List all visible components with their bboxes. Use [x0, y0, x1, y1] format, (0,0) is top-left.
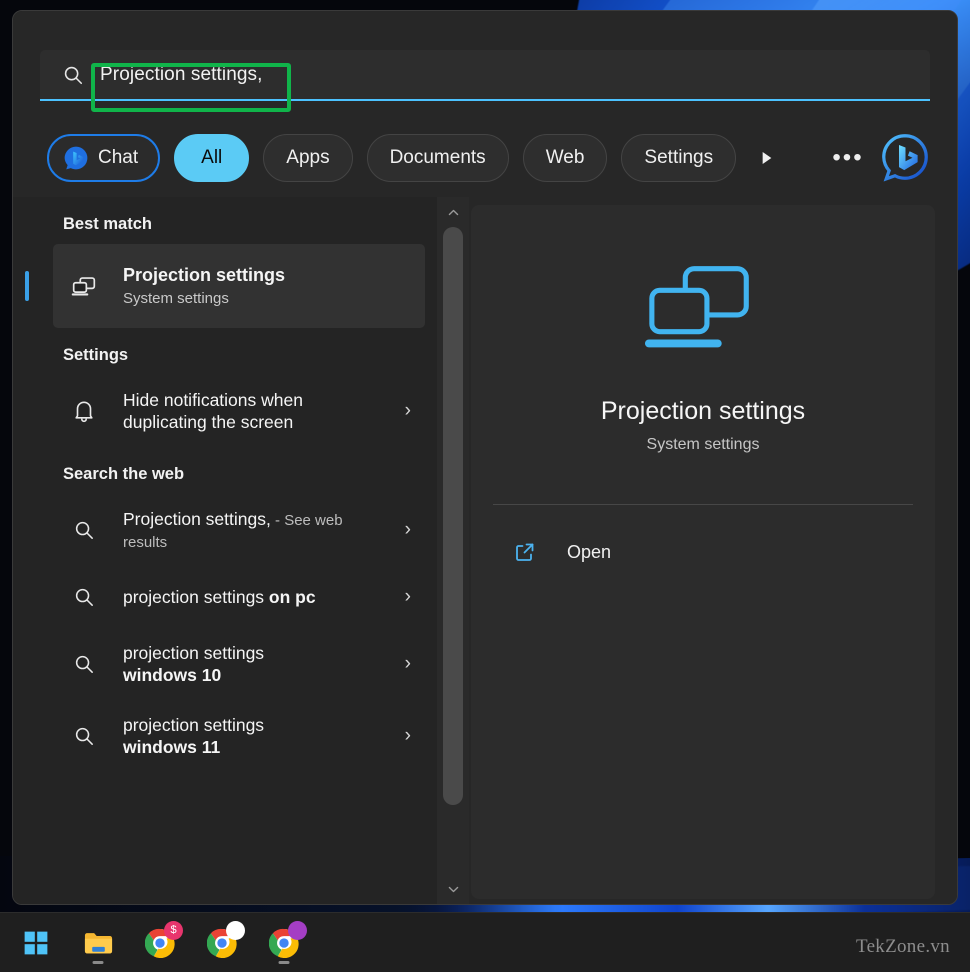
chevron-right-icon: › [404, 725, 411, 746]
search-input[interactable]: Projection settings, [40, 50, 930, 100]
scrollbar-thumb[interactable] [443, 227, 463, 805]
filter-tab-web-label: Web [545, 147, 585, 168]
section-header-best-match: Best match [63, 215, 152, 233]
bing-chat-button[interactable] [879, 131, 931, 183]
result-query-text: projection settings [123, 714, 265, 735]
start-button[interactable] [14, 921, 58, 965]
result-item-title: Projection settings [123, 264, 286, 285]
filter-tab-chat[interactable]: Chat [47, 134, 161, 182]
result-query-bold: on pc [268, 586, 316, 607]
filter-tab-settings-label: Settings [644, 147, 714, 168]
filter-tab-strip[interactable]: Chat All Apps Documents Web Settings Fol… [47, 129, 737, 187]
chevron-up-icon [448, 209, 458, 215]
result-query-text: projection settings [123, 642, 265, 663]
play-right-icon [762, 152, 772, 164]
bing-chat-icon [882, 134, 928, 182]
folder-icon [84, 932, 112, 953]
result-query-bold: windows 11 [123, 737, 221, 757]
result-preview-panel: Projection settings System settings Open [471, 205, 935, 899]
result-item-title: projection settings windows 10 [123, 642, 298, 687]
filter-tab-web[interactable]: Web [522, 134, 608, 182]
section-header-settings: Settings [63, 346, 129, 364]
chrome-badge-2 [226, 920, 245, 940]
result-item-text: Projection settings, - See web results [123, 508, 373, 553]
windows-logo-icon [24, 931, 48, 954]
preview-title: Projection settings [600, 397, 806, 425]
scroll-up-button[interactable] [437, 199, 469, 225]
running-indicator [278, 960, 290, 964]
watermark: TekZone.vn [855, 936, 950, 957]
chevron-down-icon [448, 886, 458, 892]
result-item-title: Hide notifications when duplicating the … [123, 389, 303, 432]
results-scrollbar[interactable] [437, 197, 469, 904]
search-filter-bar: Chat All Apps Documents Web Settings Fol… [13, 129, 957, 187]
filter-tab-chat-label: Chat [98, 147, 139, 168]
projection-icon [643, 257, 763, 367]
search-icon [62, 64, 84, 86]
result-item-text: projection settings windows 11 [123, 714, 298, 759]
filter-more-button[interactable]: ••• [829, 140, 867, 176]
filter-tab-apps-label: Apps [286, 147, 330, 168]
selection-accent-bar [25, 271, 29, 301]
filter-tab-documents[interactable]: Documents [366, 134, 509, 182]
filter-tab-all[interactable]: All [174, 134, 250, 182]
chevron-right-icon: › [404, 400, 411, 421]
result-item-web-windows-11[interactable]: projection settings windows 11 › [53, 700, 425, 772]
result-query-text: projection settings [123, 586, 269, 607]
running-indicator [92, 960, 104, 964]
filter-scroll-right-button[interactable] [748, 140, 784, 176]
chevron-right-icon: › [404, 519, 411, 540]
scroll-down-button[interactable] [437, 876, 469, 902]
external-link-icon [513, 540, 537, 564]
chrome-window-2[interactable] [200, 920, 245, 965]
bell-icon [67, 394, 101, 428]
section-header-search-the-web: Search the web [63, 465, 185, 483]
result-query-bold: windows 10 [123, 665, 222, 685]
result-item-text: Hide notifications when duplicating the … [123, 389, 378, 434]
result-item-text: projection settings windows 10 [123, 642, 298, 687]
search-results-body: Best match Projection settings System se… [13, 197, 957, 904]
filter-tab-apps[interactable]: Apps [263, 134, 353, 182]
ellipsis-icon: ••• [832, 144, 864, 171]
chrome-window-3[interactable] [262, 920, 307, 965]
result-item-title: projection settings on pc [123, 586, 316, 608]
filter-tab-settings[interactable]: Settings [621, 134, 737, 182]
preview-divider [493, 504, 913, 505]
taskbar-items: $ [14, 920, 307, 965]
open-button[interactable]: Open [493, 531, 913, 573]
search-input-value: Projection settings, [100, 64, 263, 85]
search-icon [67, 647, 101, 681]
chrome-window-1[interactable]: $ [138, 920, 183, 965]
result-query-text: Projection settings, [123, 508, 271, 529]
chevron-right-icon: › [404, 586, 411, 607]
search-icon [67, 513, 101, 547]
result-item-title: Projection settings, - See web results [123, 508, 373, 553]
result-item-text: projection settings on pc [123, 586, 316, 608]
chevron-right-icon: › [404, 653, 411, 674]
search-icon [67, 580, 101, 614]
filter-tab-documents-label: Documents [389, 147, 486, 168]
result-item-hide-notifications[interactable]: Hide notifications when duplicating the … [53, 375, 425, 447]
result-item-web-on-pc[interactable]: projection settings on pc › [53, 566, 425, 628]
open-button-label: Open [567, 541, 612, 562]
search-input-underline [40, 99, 930, 101]
filter-tab-all-label: All [201, 147, 223, 168]
result-item-projection-settings[interactable]: Projection settings System settings [25, 244, 425, 328]
result-item-text: Projection settings System settings [123, 264, 285, 308]
result-item-web-windows-10[interactable]: projection settings windows 10 › [53, 628, 425, 700]
projection-icon [67, 269, 101, 303]
result-item-web-see-results[interactable]: Projection settings, - See web results › [53, 494, 425, 566]
result-item-subtitle: System settings [123, 289, 229, 307]
windows-search-flyout: Projection settings, Chat All Apps Docum… [12, 10, 958, 905]
taskbar: $ TekZone.vn [0, 912, 970, 972]
file-explorer-button[interactable] [76, 921, 120, 965]
preview-subtitle: System settings [646, 436, 760, 453]
search-icon [67, 719, 101, 753]
chrome-badge-1: $ [164, 920, 183, 940]
search-header: Projection settings, [13, 11, 957, 112]
bing-chat-icon [63, 145, 89, 171]
results-list: Best match Projection settings System se… [13, 197, 437, 904]
chrome-badge-3 [288, 920, 307, 940]
result-item-title: projection settings windows 11 [123, 714, 298, 759]
